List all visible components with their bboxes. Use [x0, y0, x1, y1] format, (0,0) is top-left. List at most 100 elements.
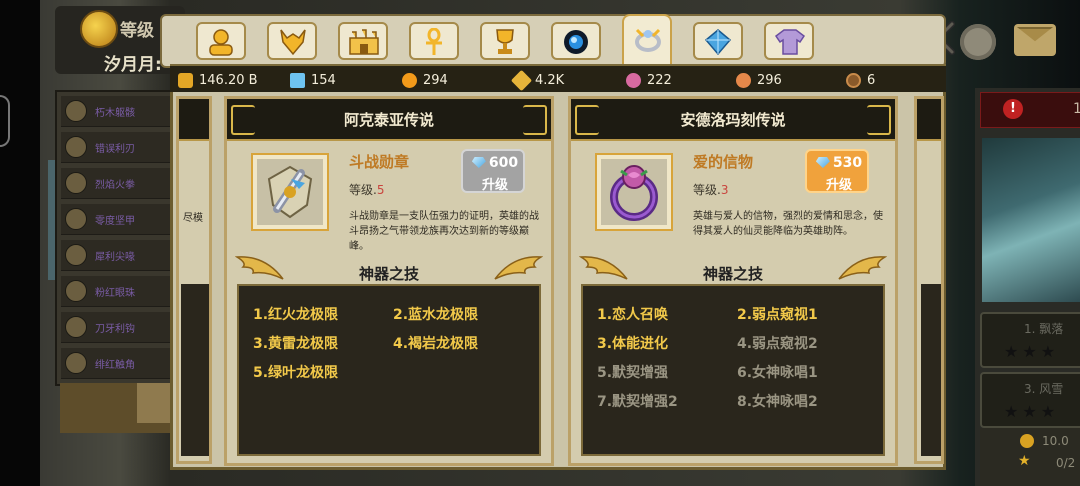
- reward-summary: 10.0 ★ 0/2: [980, 428, 1080, 486]
- artifact-slot[interactable]: [595, 153, 673, 231]
- upgrade-button[interactable]: 600 升级: [461, 149, 525, 193]
- castle-icon: [349, 29, 379, 55]
- skill-item[interactable]: 8.女神咏唱2: [737, 391, 818, 411]
- skill-item[interactable]: 1.恋人召唤: [597, 304, 668, 324]
- list-item[interactable]: 绯红触角: [61, 348, 171, 379]
- player-name: 汐月月:: [104, 55, 162, 75]
- skill-item[interactable]: 5.绿叶龙极限: [253, 362, 338, 382]
- hero-token-icon: [736, 72, 751, 88]
- currency-souls: 222: [626, 71, 672, 89]
- list-item[interactable]: 朽木躯骸: [61, 96, 171, 127]
- tab-ankh[interactable]: [409, 22, 459, 60]
- card-header: [179, 99, 209, 141]
- stage-card-label: 3. 风雪: [1024, 382, 1064, 396]
- currency-orbs: 294: [402, 71, 448, 89]
- skill-item[interactable]: 2.弱点窥视1: [737, 304, 818, 324]
- artifact-card: 阿克泰亚传说 斗战勋章 等级.5 600 升级 斗战勋章是一支队伍强力的证明，英…: [224, 96, 554, 466]
- wing-right-icon: [494, 256, 543, 280]
- medal-sword-icon: [267, 165, 313, 219]
- level-label: 等级.: [349, 183, 377, 197]
- equipment-icon: [65, 244, 87, 266]
- hero-tokens-value: 296: [757, 72, 782, 88]
- card-header: 安德洛玛刻传说: [571, 99, 895, 141]
- star-rating-icon: ★★★: [1004, 402, 1060, 421]
- device-notch: [0, 95, 10, 147]
- upgrade-cost: 530: [832, 155, 863, 171]
- tab-orb[interactable]: [551, 22, 601, 60]
- list-item[interactable]: 错误利刃: [61, 132, 171, 163]
- player-level-label: 等级: [120, 21, 154, 41]
- currency-gold: 146.20 B: [178, 71, 258, 89]
- skill-item[interactable]: 4.褐岩龙极限: [393, 333, 478, 353]
- artifact-description: 斗战勋章是一支队伍强力的证明，英雄的战斗昂扬之气带领龙族再次达到新的等级巅峰。: [349, 211, 539, 252]
- stage-card[interactable]: 3. 风雪 ★★★: [980, 372, 1080, 428]
- list-item-label: 犀利尖喙: [95, 252, 135, 263]
- alert-badge[interactable]: ! 1: [980, 92, 1080, 128]
- list-item[interactable]: 犀利尖喙: [61, 240, 171, 271]
- skill-box: [181, 284, 209, 456]
- upgrade-button[interactable]: 530 升级: [805, 149, 869, 193]
- mail-icon[interactable]: [1014, 24, 1056, 56]
- skill-item[interactable]: 4.弱点窥视2: [737, 333, 818, 353]
- tab-dragon[interactable]: [267, 22, 317, 60]
- gold-coin-icon: [178, 72, 193, 88]
- skill-item[interactable]: 3.黄雷龙极限: [253, 333, 338, 353]
- equipment-icon: [65, 172, 87, 194]
- gold-value: 146.20 B: [199, 72, 258, 88]
- list-item[interactable]: 零度坚甲: [61, 204, 171, 235]
- skill-item[interactable]: 7.默契增强2: [597, 391, 678, 411]
- stage-card[interactable]: 1. 飘落 ★★★: [980, 312, 1080, 368]
- tab-crystal[interactable]: [693, 22, 743, 60]
- star-icon: ★: [1018, 453, 1031, 469]
- trophy-icon: [496, 29, 514, 54]
- list-item[interactable]: 烈焰火拳: [61, 168, 171, 199]
- card-title: 阿克泰亚传说: [343, 111, 434, 129]
- artifact-level: 等级.3: [693, 181, 728, 198]
- list-item-label: 错误利刃: [95, 144, 135, 155]
- artifact-slot[interactable]: [251, 153, 329, 231]
- tab-castle[interactable]: [338, 22, 388, 60]
- ankh-icon: [426, 28, 442, 55]
- level-value: 3: [720, 183, 729, 197]
- skill-item[interactable]: 6.女神咏唱1: [737, 362, 818, 382]
- upgrade-cost: 600: [488, 155, 519, 171]
- alert-count: 1: [1073, 101, 1080, 117]
- tab-bar: [160, 14, 946, 68]
- cookies-value: 6: [867, 72, 876, 88]
- star-rating-icon: ★★★: [1004, 342, 1060, 361]
- skill-box: [921, 284, 941, 456]
- skill-item[interactable]: 2.蓝水龙极限: [393, 304, 478, 324]
- crystal-icon: [704, 29, 732, 56]
- card-header: [917, 99, 941, 141]
- tab-trophy[interactable]: [480, 22, 530, 60]
- peek-text: 尽模: [183, 213, 203, 224]
- artifact-image: [257, 159, 323, 225]
- dragon-head-icon: [280, 29, 306, 56]
- tab-shirt[interactable]: [764, 22, 814, 60]
- stage-art: [982, 138, 1080, 302]
- upgrade-label: 升级: [825, 178, 852, 193]
- list-item[interactable]: 粉红眼珠: [61, 276, 171, 307]
- background-equipment-list: 朽木躯骸 错误利刃 烈焰火拳 零度坚甲 犀利尖喙 粉红眼珠 刀牙利钩 绯红触角: [55, 90, 177, 386]
- gear-icon[interactable]: [960, 24, 996, 60]
- artifact-card-peek-right[interactable]: [914, 96, 944, 464]
- skill-item[interactable]: 5.默契增强: [597, 362, 668, 382]
- skill-item[interactable]: 1.红火龙极限: [253, 304, 338, 324]
- tab-artifact[interactable]: [622, 14, 672, 66]
- equipment-icon: [65, 280, 87, 302]
- artifact-name: 爱的信物: [693, 153, 754, 171]
- souls-value: 222: [647, 72, 672, 88]
- list-item-label: 烈焰火拳: [95, 180, 135, 191]
- skills-list: 1.红火龙极限 2.蓝水龙极限 3.黄雷龙极限 4.褐岩龙极限 5.绿叶龙极限: [237, 284, 541, 456]
- player-avatar[interactable]: [80, 10, 118, 48]
- currency-fragments: 4.2K: [510, 69, 564, 91]
- artifact-card-peek-left[interactable]: 尽模: [176, 96, 212, 464]
- tab-hero[interactable]: [196, 22, 246, 60]
- gem-icon: [815, 157, 830, 168]
- background-panel: [137, 383, 170, 423]
- list-item[interactable]: 刀牙利钩: [61, 312, 171, 343]
- list-item-label: 粉红眼珠: [95, 288, 135, 299]
- skill-item[interactable]: 3.体能进化: [597, 333, 668, 353]
- card-title: 安德洛玛刻传说: [680, 111, 786, 129]
- orbs-value: 294: [423, 72, 448, 88]
